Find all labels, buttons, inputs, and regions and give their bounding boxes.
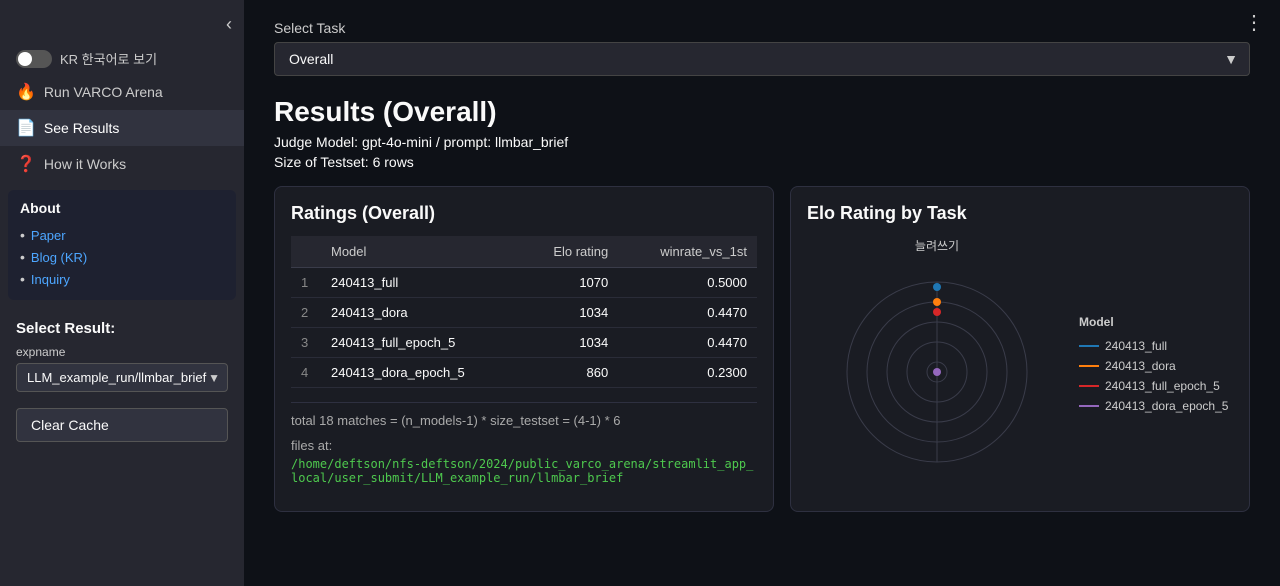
- table-row: 2 240413_dora 1034 0.4470: [291, 298, 757, 328]
- how-it-works-label: How it Works: [44, 156, 126, 172]
- radar-svg-wrapper: 늘려쓰기: [807, 232, 1067, 495]
- total-matches-text: total 18 matches = (n_models-1) * size_t…: [291, 402, 757, 428]
- radar-legend: Model 240413_full 240413_dora 240413_ful…: [1079, 315, 1228, 413]
- sidebar-item-how-it-works[interactable]: ❓ How it Works: [0, 146, 244, 182]
- cell-model: 240413_dora: [321, 298, 521, 328]
- cell-elo: 1034: [521, 328, 618, 358]
- legend-color-1: [1079, 365, 1099, 367]
- table-row: 3 240413_full_epoch_5 1034 0.4470: [291, 328, 757, 358]
- legend-item-1: 240413_dora: [1079, 359, 1228, 373]
- cell-model: 240413_dora_epoch_5: [321, 358, 521, 388]
- radar-card: Elo Rating by Task 늘려쓰기: [790, 186, 1250, 512]
- fire-icon: 🔥: [16, 82, 36, 102]
- expname-dropdown[interactable]: LLM_example_run/llmbar_brief: [16, 363, 228, 392]
- cell-rank: 4: [291, 358, 321, 388]
- sidebar: ‹ KR 한국어로 보기 🔥 Run VARCO Arena 📄 See Res…: [0, 0, 244, 586]
- col-elo: Elo rating: [521, 236, 618, 268]
- select-task-label: Select Task: [274, 20, 1250, 36]
- cell-model: 240413_full: [321, 268, 521, 298]
- task-dropdown-wrapper: Overall ▼: [274, 42, 1250, 76]
- sidebar-item-see-results[interactable]: 📄 See Results: [0, 110, 244, 146]
- language-toggle-label: KR 한국어로 보기: [60, 49, 157, 68]
- legend-label-0: 240413_full: [1105, 339, 1167, 353]
- inquiry-link[interactable]: Inquiry: [31, 272, 70, 287]
- legend-item-2: 240413_full_epoch_5: [1079, 379, 1228, 393]
- col-winrate: winrate_vs_1st: [618, 236, 757, 268]
- sidebar-item-run-varco[interactable]: 🔥 Run VARCO Arena: [0, 74, 244, 110]
- about-link-inquiry[interactable]: Inquiry: [20, 268, 224, 290]
- paper-link[interactable]: Paper: [31, 228, 66, 243]
- cell-winrate: 0.4470: [618, 298, 757, 328]
- cell-elo: 1070: [521, 268, 618, 298]
- language-toggle-row: KR 한국어로 보기: [0, 43, 244, 74]
- cell-rank: 3: [291, 328, 321, 358]
- legend-label-2: 240413_full_epoch_5: [1105, 379, 1220, 393]
- radar-point-full-epoch5: [933, 308, 941, 316]
- about-title: About: [20, 200, 224, 216]
- sidebar-collapse-button[interactable]: ‹: [0, 10, 244, 43]
- table-row: 1 240413_full 1070 0.5000: [291, 268, 757, 298]
- select-result-section: Select Result: expname LLM_example_run/l…: [0, 308, 244, 400]
- legend-label-3: 240413_dora_epoch_5: [1105, 399, 1228, 413]
- see-results-label: See Results: [44, 120, 119, 136]
- col-rank: [291, 236, 321, 268]
- legend-title: Model: [1079, 315, 1228, 329]
- radar-point-dora: [933, 298, 941, 306]
- main-content: ⋮ Select Task Overall ▼ Results (Overall…: [244, 0, 1280, 586]
- clear-cache-button[interactable]: Clear Cache: [16, 408, 228, 442]
- cell-elo: 860: [521, 358, 618, 388]
- legend-color-2: [1079, 385, 1099, 387]
- expname-label: expname: [16, 345, 228, 359]
- results-title: Results (Overall): [274, 96, 1250, 128]
- ratings-card-title: Ratings (Overall): [291, 203, 757, 224]
- table-header-row: Model Elo rating winrate_vs_1st: [291, 236, 757, 268]
- cell-winrate: 0.4470: [618, 328, 757, 358]
- files-at-label: files at:: [291, 438, 757, 453]
- cell-winrate: 0.5000: [618, 268, 757, 298]
- radar-chart: 늘려쓰기: [807, 232, 1067, 492]
- run-varco-label: Run VARCO Arena: [44, 84, 163, 100]
- cell-winrate: 0.2300: [618, 358, 757, 388]
- about-link-blog[interactable]: Blog (KR): [20, 246, 224, 268]
- language-toggle[interactable]: [16, 50, 52, 68]
- cell-rank: 2: [291, 298, 321, 328]
- cell-rank: 1: [291, 268, 321, 298]
- judge-model-text: Judge Model: gpt-4o-mini / prompt: llmba…: [274, 134, 1250, 150]
- select-result-label: Select Result:: [16, 320, 228, 337]
- about-link-paper[interactable]: Paper: [20, 224, 224, 246]
- file-path: /home/deftson/nfs-deftson/2024/public_va…: [291, 457, 757, 485]
- blog-link[interactable]: Blog (KR): [31, 250, 87, 265]
- legend-color-0: [1079, 345, 1099, 347]
- three-dots-menu[interactable]: ⋮: [1244, 10, 1264, 35]
- charts-row: Ratings (Overall) Model Elo rating winra…: [274, 186, 1250, 512]
- cell-elo: 1034: [521, 298, 618, 328]
- ratings-card: Ratings (Overall) Model Elo rating winra…: [274, 186, 774, 512]
- testset-text: Size of Testset: 6 rows: [274, 154, 1250, 170]
- col-model: Model: [321, 236, 521, 268]
- collapse-icon: ‹: [226, 14, 232, 35]
- radar-point-dora-epoch5: [933, 368, 941, 376]
- question-icon: ❓: [16, 154, 36, 174]
- ratings-table-body: 1 240413_full 1070 0.5000 2 240413_dora …: [291, 268, 757, 388]
- axis-label: 늘려쓰기: [915, 239, 959, 253]
- table-row: 4 240413_dora_epoch_5 860 0.2300: [291, 358, 757, 388]
- legend-item-0: 240413_full: [1079, 339, 1228, 353]
- ratings-table: Model Elo rating winrate_vs_1st 1 240413…: [291, 236, 757, 388]
- document-icon: 📄: [16, 118, 36, 138]
- expname-dropdown-wrapper: LLM_example_run/llmbar_brief ▼: [16, 363, 228, 392]
- radar-card-title: Elo Rating by Task: [807, 203, 1233, 224]
- legend-color-3: [1079, 405, 1099, 407]
- legend-label-1: 240413_dora: [1105, 359, 1176, 373]
- radar-point-full: [933, 283, 941, 291]
- legend-item-3: 240413_dora_epoch_5: [1079, 399, 1228, 413]
- task-select[interactable]: Overall: [274, 42, 1250, 76]
- about-section: About Paper Blog (KR) Inquiry: [8, 190, 236, 300]
- radar-container: 늘려쓰기: [807, 232, 1233, 495]
- cell-model: 240413_full_epoch_5: [321, 328, 521, 358]
